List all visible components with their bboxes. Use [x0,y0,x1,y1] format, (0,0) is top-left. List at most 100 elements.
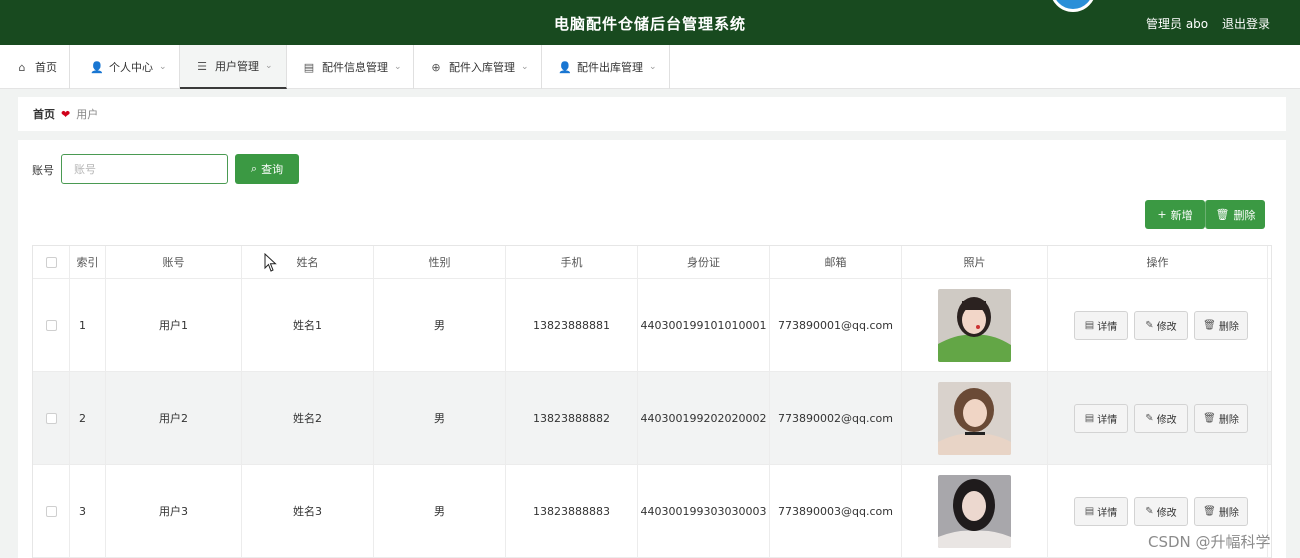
trash-icon: 🗑 [1203,412,1216,424]
user-photo[interactable] [938,288,1011,362]
cell-photo [902,372,1048,464]
list-icon: ☰ [197,59,207,73]
main-nav: ⌂ 首页 👤 个人中心 ⌄ ☰ 用户管理 ⌄ ▤ 配件信息管理 ⌄ ⊕ 配件入库… [0,45,1300,89]
tab-label: 配件出库管理 [577,61,643,74]
plus-icon: + [1157,208,1167,221]
cell-index: 3 [70,465,106,557]
row-select[interactable] [33,372,70,464]
header-select-all[interactable] [33,246,70,278]
cell-id-card: 440300199303030003 [638,465,770,557]
breadcrumb-home[interactable]: 首页 [33,106,55,122]
cell-id-card: 440300199101010001 [638,279,770,371]
cell-gender: 男 [374,372,506,464]
tab-personal-center[interactable]: 👤 个人中心 ⌄ [70,45,180,89]
tab-user-management[interactable]: ☰ 用户管理 ⌄ [180,45,287,89]
delete-button[interactable]: 🗑 删除 [1194,496,1248,526]
tab-label: 配件信息管理 [322,61,388,74]
tab-label: 配件入库管理 [449,61,515,74]
cell-gender: 男 [374,279,506,371]
delete-button[interactable]: 🗑 删除 [1194,403,1248,433]
cell-id-card: 440300199202020002 [638,372,770,464]
column-header: 性别 [374,246,506,278]
row-select[interactable] [33,465,70,557]
batch-delete-button[interactable]: 🗑 删除 [1205,200,1265,229]
column-header: 身份证 [638,246,770,278]
watermark: CSDN @升幅科学 [1148,533,1271,551]
column-header: 账号 [106,246,242,278]
column-header: 手机 [506,246,638,278]
cell-actions: ▤ 详情 ✎ 修改 🗑 删除 [1048,279,1268,371]
detail-button[interactable]: ▤ 详情 [1074,310,1128,340]
cell-photo [902,465,1048,557]
edit-button[interactable]: ✎ 修改 [1134,496,1188,526]
user-photo[interactable] [938,381,1011,455]
chevron-down-icon: ⌄ [159,62,167,72]
tab-parts-inbound[interactable]: ⊕ 配件入库管理 ⌄ [414,45,542,89]
table-header-row: 索引 账号 姓名 性别 手机 身份证 邮箱 照片 操作 [33,246,1271,279]
home-icon: ⌂ [18,60,26,74]
breadcrumb: 首页 ❤ 用户 [18,97,1286,131]
edit-label: 修改 [1156,414,1177,426]
user-photo[interactable] [938,474,1011,548]
column-header: 姓名 [242,246,374,278]
query-button[interactable]: ⌕ 查询 [235,154,299,184]
column-header: 邮箱 [770,246,902,278]
edit-button[interactable]: ✎ 修改 [1134,403,1188,433]
cell-name: 姓名3 [242,465,374,557]
tab-home[interactable]: ⌂ 首页 [0,45,70,89]
top-header: 电脑配件仓储后台管理系统 管理员 abo 退出登录 [0,0,1300,45]
chevron-down-icon: ⌄ [649,62,657,72]
detail-button[interactable]: ▤ 详情 [1074,403,1128,433]
account-search-input[interactable] [61,154,228,184]
cell-actions: ▤ 详情 ✎ 修改 🗑 删除 [1048,372,1268,464]
checkbox[interactable] [45,256,57,268]
avatar[interactable] [1050,0,1096,12]
column-header: 索引 [70,246,106,278]
person-icon: 👤 [90,60,104,74]
cell-index: 1 [70,279,106,371]
trash-icon: 🗑 [1203,319,1216,331]
search-icon: ⌕ [250,162,258,175]
pencil-icon: ✎ [1145,505,1154,517]
table-row: 1 用户1 姓名1 男 13823888881 4403001991010100… [33,279,1271,372]
cell-phone: 13823888882 [506,372,638,464]
heart-icon: ❤ [61,107,71,121]
add-button[interactable]: + 新增 [1145,200,1205,229]
edit-label: 修改 [1156,321,1177,333]
detail-label: 详情 [1097,321,1118,333]
edit-button[interactable]: ✎ 修改 [1134,310,1188,340]
pencil-icon: ✎ [1145,412,1154,424]
trash-icon: 🗑 [1215,208,1230,221]
checkbox[interactable] [45,319,57,331]
tab-parts-outbound[interactable]: 👤 配件出库管理 ⌄ [542,45,670,89]
cell-gender: 男 [374,465,506,557]
app-title: 电脑配件仓储后台管理系统 [553,15,746,33]
delete-label: 删除 [1218,321,1239,333]
chevron-down-icon: ⌄ [394,62,402,72]
cell-index: 2 [70,372,106,464]
tab-label: 首页 [35,61,57,74]
delete-label: 删除 [1218,414,1239,426]
table-row: 3 用户3 姓名3 男 13823888883 4403001993030300… [33,465,1271,558]
document-icon: ▤ [1084,505,1095,517]
trash-icon: 🗑 [1203,505,1216,517]
tab-label: 个人中心 [109,61,153,74]
detail-label: 详情 [1097,507,1118,519]
cell-email: 773890001@qq.com [770,279,902,371]
logout-link[interactable]: 退出登录 [1222,15,1270,32]
tab-parts-info[interactable]: ▤ 配件信息管理 ⌄ [287,45,414,89]
row-select[interactable] [33,279,70,371]
checkbox[interactable] [45,505,57,517]
detail-button[interactable]: ▤ 详情 [1074,496,1128,526]
delete-label: 删除 [1233,208,1256,222]
cell-email: 773890002@qq.com [770,372,902,464]
delete-button[interactable]: 🗑 删除 [1194,310,1248,340]
checkbox[interactable] [45,412,57,424]
cell-account: 用户1 [106,279,242,371]
content-panel: 账号 ⌕ 查询 + 新增 🗑 删除 索引 账号 姓名 性别 手机 身份证 邮箱 … [18,140,1286,558]
cell-phone: 13823888883 [506,465,638,557]
add-label: 新增 [1170,208,1193,222]
cell-account: 用户3 [106,465,242,557]
person-icon: 👤 [558,60,572,74]
tab-label: 用户管理 [215,60,259,73]
